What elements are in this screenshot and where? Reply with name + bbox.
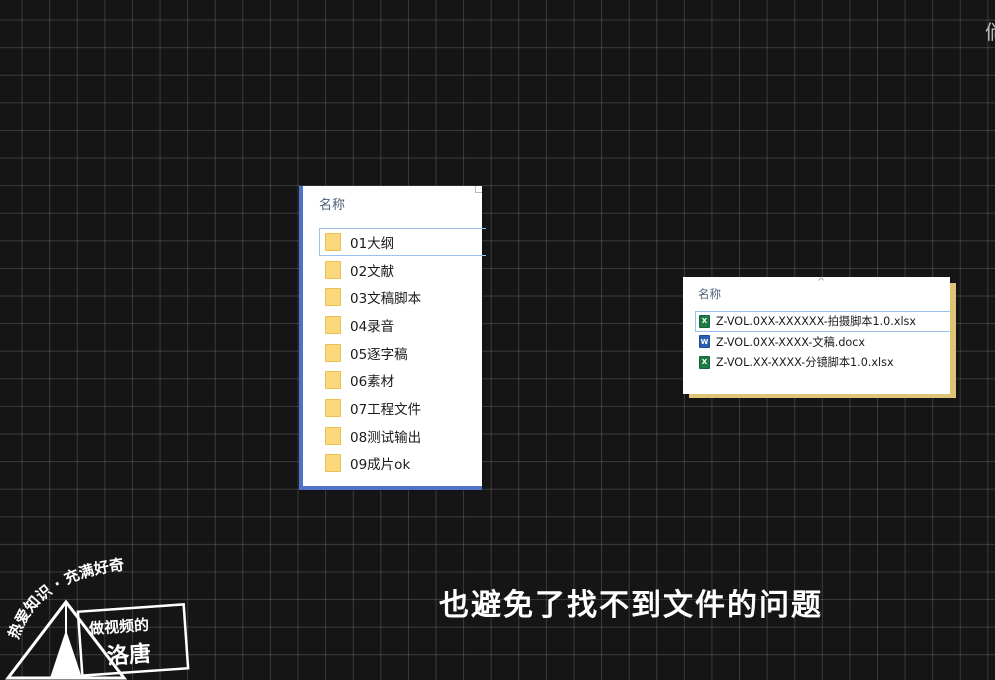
folder-label: 07工程文件 <box>350 401 422 418</box>
folder-label: 04录音 <box>350 318 395 335</box>
folder-icon <box>325 315 341 334</box>
folder-item[interactable]: 04录音 <box>319 311 486 339</box>
folder-item[interactable]: 05逐字稿 <box>319 339 486 367</box>
folder-icon <box>325 343 341 362</box>
file-list: X Z-VOL.0XX-XXXXXX-拍摄脚本1.0.xlsx W Z-VOL.0X… <box>695 311 950 373</box>
folder-list-panel: 名称 01大纲 02文献 03文稿脚本 04录音 05逐字稿 06素材 07工程… <box>299 186 486 490</box>
folder-item[interactable]: 03文稿脚本 <box>319 283 486 311</box>
file-item[interactable]: X Z-VOL.0XX-XXXXXX-拍摄脚本1.0.xlsx <box>695 311 950 332</box>
folder-label: 03文稿脚本 <box>350 291 422 308</box>
folder-label: 02文献 <box>350 263 395 280</box>
file-item[interactable]: W Z-VOL.0XX-XXXX-文稿.docx <box>695 332 950 353</box>
file-item[interactable]: X Z-VOL.XX-XXXX-分镜脚本1.0.xlsx <box>695 352 950 373</box>
folder-icon <box>325 371 341 390</box>
folder-item[interactable]: 02文献 <box>319 256 486 284</box>
folder-icon <box>325 232 341 251</box>
folder-label: 06素材 <box>350 374 395 391</box>
sort-ascending-icon: ^ <box>817 277 826 288</box>
file-label: Z-VOL.0XX-XXXX-文稿.docx <box>716 335 866 349</box>
name-column-header[interactable]: 名称 <box>319 194 345 213</box>
folder-icon <box>325 454 341 473</box>
panel-resize-corner <box>475 186 482 193</box>
excel-file-icon: X <box>699 314 710 328</box>
logo-line1: 做视频的 <box>88 616 150 638</box>
corner-clipped-text: 倘 <box>985 16 995 45</box>
folder-label: 09成片ok <box>350 457 411 474</box>
word-file-icon: W <box>699 335 710 349</box>
logo-line2: 洛唐 <box>106 641 152 670</box>
excel-file-icon: X <box>699 355 710 369</box>
name-column-header[interactable]: 名称 <box>698 286 721 302</box>
folder-icon <box>325 288 341 307</box>
folder-item[interactable]: 06素材 <box>319 366 486 394</box>
folder-item[interactable]: 01大纲 <box>319 228 486 256</box>
folder-item[interactable]: 07工程文件 <box>319 394 486 422</box>
folder-icon <box>325 426 341 445</box>
folder-icon <box>325 398 341 417</box>
folder-label: 05逐字稿 <box>350 346 408 363</box>
folder-icon <box>325 260 341 279</box>
folder-item[interactable]: 08测试输出 <box>319 422 486 450</box>
file-label: Z-VOL.0XX-XXXXXX-拍摄脚本1.0.xlsx <box>716 315 917 329</box>
channel-logo: 热爱知识 · 充满好奇 做视频的 洛唐 <box>5 555 190 680</box>
folder-label: 01大纲 <box>350 235 395 252</box>
folder-label: 08测试输出 <box>350 429 422 446</box>
file-label: Z-VOL.XX-XXXX-分镜脚本1.0.xlsx <box>716 356 894 370</box>
folder-list: 01大纲 02文献 03文稿脚本 04录音 05逐字稿 06素材 07工程文件 … <box>319 228 486 477</box>
folder-item[interactable]: 09成片ok <box>319 450 486 478</box>
file-list-panel: ^ 名称 X Z-VOL.0XX-XXXXXX-拍摄脚本1.0.xlsx W Z-V… <box>683 277 950 394</box>
